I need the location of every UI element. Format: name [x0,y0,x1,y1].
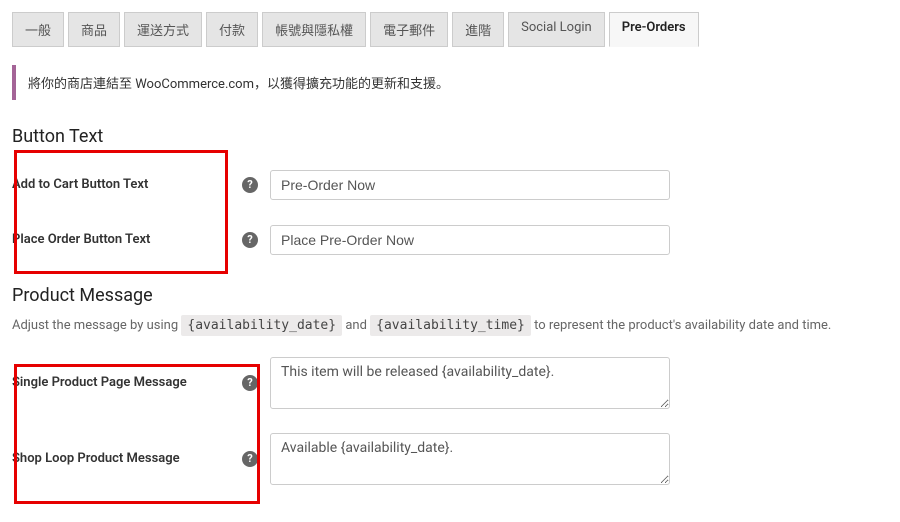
single-product-textarea[interactable]: This item will be released {availability… [270,357,670,409]
tab-label: Social Login [521,20,592,35]
section-button-text: Button Text [12,126,888,147]
tab-general[interactable]: 一般 [12,12,64,47]
tab-label: 付款 [219,24,245,39]
add-to-cart-input[interactable] [270,170,670,200]
tab-label: 帳號與隱私權 [275,24,353,39]
tab-label: 一般 [25,24,51,39]
section-product-message: Product Message [12,285,888,306]
settings-tabs: 一般 商品 運送方式 付款 帳號與隱私權 電子郵件 進階 Social Logi… [12,0,888,47]
token-availability-time: {availability_time} [370,315,531,336]
shop-loop-textarea[interactable]: Available {availability_date}. [270,433,670,485]
tab-social-login[interactable]: Social Login [508,12,605,47]
desc-text: Adjust the message by using [12,318,178,333]
tab-emails[interactable]: 電子郵件 [370,12,448,47]
tab-products[interactable]: 商品 [68,12,120,47]
token-availability-date: {availability_date} [181,315,342,336]
tab-label: 電子郵件 [383,24,435,39]
button-text-table: Add to Cart Button Text ? Place Order Bu… [12,157,888,267]
product-message-desc: Adjust the message by using {availabilit… [12,316,888,337]
desc-text: and [345,318,367,333]
label-shop-loop: Shop Loop Product Message [12,421,242,497]
tab-pre-orders[interactable]: Pre-Orders [609,12,699,47]
help-icon[interactable]: ? [242,232,258,248]
tab-label: 進階 [465,24,491,39]
tab-advanced[interactable]: 進階 [452,12,504,47]
tab-shipping[interactable]: 運送方式 [124,12,202,47]
help-icon[interactable]: ? [242,177,258,193]
help-icon[interactable]: ? [242,451,258,467]
tab-label: Pre-Orders [622,20,686,35]
label-place-order: Place Order Button Text [12,212,242,267]
product-message-table: Single Product Page Message ? This item … [12,345,888,497]
tab-label: 運送方式 [137,24,189,39]
tab-payments[interactable]: 付款 [206,12,258,47]
desc-text: to represent the product's availability … [534,318,831,333]
label-single-product: Single Product Page Message [12,345,242,421]
connect-notice: 將你的商店連結至 WooCommerce.com，以獲得擴充功能的更新和支援。 [12,65,888,100]
help-icon[interactable]: ? [242,375,258,391]
notice-text: 將你的商店連結至 WooCommerce.com，以獲得擴充功能的更新和支援。 [28,77,449,92]
label-add-to-cart: Add to Cart Button Text [12,157,242,212]
tab-accounts-privacy[interactable]: 帳號與隱私權 [262,12,366,47]
place-order-input[interactable] [270,225,670,255]
tab-label: 商品 [81,24,107,39]
